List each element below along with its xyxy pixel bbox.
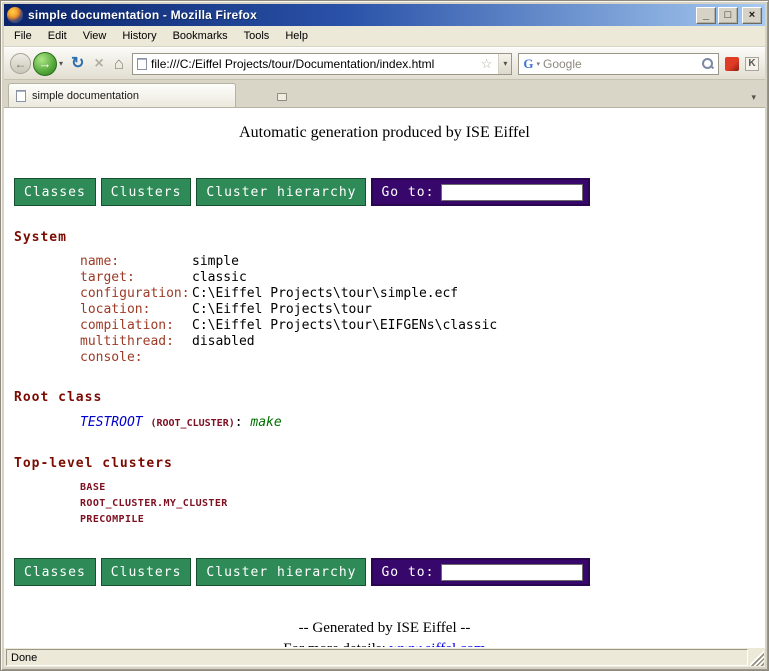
search-magnifier-icon[interactable] [701, 57, 714, 70]
page-title: Automatic generation produced by ISE Eif… [4, 124, 765, 142]
tab-title: simple documentation [32, 90, 139, 102]
maximize-button[interactable]: □ [718, 7, 738, 24]
menu-bookmarks[interactable]: Bookmarks [165, 27, 236, 45]
page-content: Automatic generation produced by ISE Eif… [4, 108, 765, 647]
resize-grip[interactable] [750, 650, 764, 666]
root-cluster-link[interactable]: (ROOT_CLUSTER) [150, 418, 234, 429]
search-input[interactable] [543, 57, 698, 71]
system-row: multithread: disabled [80, 334, 765, 350]
tab-bar: simple documentation ▾ [4, 80, 765, 108]
menu-bar: File Edit View History Bookmarks Tools H… [4, 26, 765, 47]
system-row: compilation: C:\Eiffel Projects\tour\EIF… [80, 318, 765, 334]
menu-help[interactable]: Help [277, 27, 316, 45]
forward-dropdown-icon[interactable]: ▾ [59, 59, 63, 68]
minimize-button[interactable]: _ [696, 7, 716, 24]
root-separator: : [235, 415, 243, 430]
nav-button-cluster-hierarchy[interactable]: Cluster hierarchy [196, 178, 366, 206]
tab-page-icon [16, 90, 26, 102]
system-row: name: simple [80, 254, 765, 270]
nav-button-clusters[interactable]: Clusters [101, 558, 192, 586]
system-key: configuration: [80, 286, 192, 302]
reload-button[interactable]: ↻ [69, 55, 86, 73]
system-value: C:\Eiffel Projects\tour\simple.ecf [192, 286, 458, 302]
close-button[interactable]: × [742, 7, 762, 24]
system-value: classic [192, 270, 247, 286]
cluster-link-root-cluster-my-cluster[interactable]: ROOT_CLUSTER.MY_CLUSTER [80, 496, 228, 512]
goto-box: Go to: [371, 178, 590, 206]
nav-button-classes[interactable]: Classes [14, 558, 96, 586]
system-key: multithread: [80, 334, 192, 350]
forward-button[interactable]: → [33, 52, 57, 76]
addon-icon-k[interactable]: K [745, 57, 759, 71]
system-row: location: C:\Eiffel Projects\tour [80, 302, 765, 318]
browser-window: simple documentation - Mozilla Firefox _… [0, 0, 769, 671]
back-forward-cluster: ← → ▾ [10, 52, 63, 76]
status-bar: Done [4, 647, 765, 667]
system-heading: System [14, 230, 765, 245]
address-bar[interactable]: ☆ ▾ [132, 53, 512, 75]
menu-history[interactable]: History [114, 27, 164, 45]
menu-file[interactable]: File [6, 27, 40, 45]
list-all-tabs-button[interactable]: ▾ [746, 92, 761, 107]
system-key: console: [80, 350, 192, 366]
nav-button-cluster-hierarchy[interactable]: Cluster hierarchy [196, 558, 366, 586]
system-value: simple [192, 254, 239, 270]
top-level-clusters-heading: Top-level clusters [14, 456, 765, 471]
navigation-toolbar: ← → ▾ ↻ × ⌂ ☆ ▾ G ▾ K [4, 47, 765, 80]
doc-navbar-top: Classes Clusters Cluster hierarchy Go to… [14, 178, 765, 206]
generated-by-line: -- Generated by ISE Eiffel -- [4, 620, 765, 637]
home-button[interactable]: ⌂ [112, 54, 126, 73]
system-key: target: [80, 270, 192, 286]
stop-button[interactable]: × [92, 55, 105, 73]
bookmark-star-icon[interactable]: ☆ [479, 56, 495, 72]
addon-icon-red[interactable] [725, 57, 739, 71]
search-engine-dropdown-icon[interactable]: ▾ [536, 60, 540, 68]
system-key: compilation: [80, 318, 192, 334]
system-value: C:\Eiffel Projects\tour [192, 302, 372, 318]
page-icon [137, 58, 147, 70]
title-bar: simple documentation - Mozilla Firefox _… [4, 4, 765, 26]
menu-tools[interactable]: Tools [236, 27, 278, 45]
system-value: disabled [192, 334, 255, 350]
search-bar[interactable]: G ▾ [518, 53, 719, 75]
system-row: console: [80, 350, 765, 366]
tab-stub-icon [277, 93, 287, 101]
creation-procedure-link[interactable]: make [250, 415, 281, 430]
goto-label: Go to: [381, 565, 434, 580]
window-title: simple documentation - Mozilla Firefox [28, 8, 691, 22]
root-class-link[interactable]: TESTROOT [80, 415, 143, 430]
root-class-heading: Root class [14, 390, 765, 405]
status-text: Done [6, 649, 748, 666]
cluster-link-base[interactable]: BASE [80, 480, 106, 496]
back-button[interactable]: ← [10, 53, 31, 74]
system-row: configuration: C:\Eiffel Projects\tour\s… [80, 286, 765, 302]
system-value: C:\Eiffel Projects\tour\EIFGENs\classic [192, 318, 497, 334]
goto-input[interactable] [441, 184, 583, 201]
google-icon[interactable]: G [523, 56, 533, 72]
doc-navbar-bottom: Classes Clusters Cluster hierarchy Go to… [14, 558, 765, 586]
goto-box: Go to: [371, 558, 590, 586]
window-controls: _ □ × [696, 7, 762, 24]
cluster-link-precompile[interactable]: PRECOMPILE [80, 512, 144, 528]
system-key: location: [80, 302, 192, 318]
firefox-icon [7, 7, 23, 23]
nav-button-clusters[interactable]: Clusters [101, 178, 192, 206]
history-dropdown-icon[interactable]: ▾ [498, 54, 511, 74]
menu-view[interactable]: View [75, 27, 115, 45]
goto-label: Go to: [381, 185, 434, 200]
nav-button-classes[interactable]: Classes [14, 178, 96, 206]
goto-input[interactable] [441, 564, 583, 581]
root-class-line: TESTROOT (ROOT_CLUSTER): make [80, 414, 765, 432]
system-key: name: [80, 254, 192, 270]
tab-simple-documentation[interactable]: simple documentation [8, 83, 236, 107]
system-row: target: classic [80, 270, 765, 286]
tab-strip-stub[interactable] [264, 87, 300, 107]
url-input[interactable] [151, 57, 475, 71]
menu-edit[interactable]: Edit [40, 27, 75, 45]
